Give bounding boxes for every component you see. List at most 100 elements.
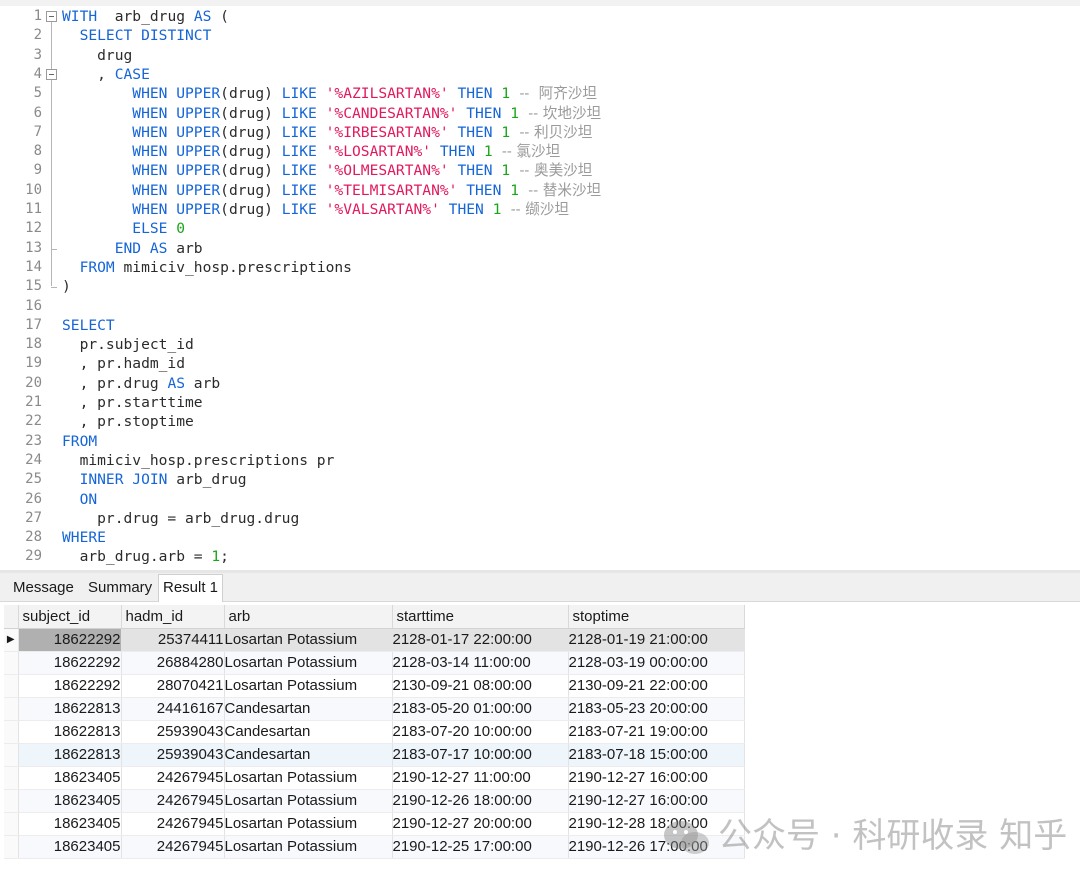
cell-stoptime[interactable]: 2190-12-26 17:00:00	[568, 835, 745, 859]
cell-arb[interactable]: Losartan Potassium	[224, 628, 393, 652]
cell-subject-id[interactable]: 18622813	[18, 697, 122, 721]
code-line[interactable]: 12 ELSE 0	[0, 219, 1080, 238]
cell-starttime[interactable]: 2190-12-26 18:00:00	[392, 789, 569, 813]
row-indicator[interactable]	[4, 651, 19, 675]
cell-subject-id[interactable]: 18623405	[18, 789, 122, 813]
cell-stoptime[interactable]: 2190-12-28 18:00:00	[568, 812, 745, 836]
code-line[interactable]: 22 , pr.stoptime	[0, 412, 1080, 431]
code-line[interactable]: 9 WHEN UPPER(drug) LIKE '%OLMESARTAN%' T…	[0, 161, 1080, 180]
cell-stoptime[interactable]: 2130-09-21 22:00:00	[568, 674, 745, 698]
tab-summary[interactable]: Summary	[84, 575, 156, 601]
cell-hadm-id[interactable]: 24416167	[121, 697, 225, 721]
cell-hadm-id[interactable]: 25374411	[121, 628, 225, 652]
cell-hadm-id[interactable]: 25939043	[121, 720, 225, 744]
code-line[interactable]: 8 WHEN UPPER(drug) LIKE '%LOSARTAN%' THE…	[0, 142, 1080, 161]
tab-result-1[interactable]: Result 1	[158, 574, 224, 602]
code-line[interactable]: 11 WHEN UPPER(drug) LIKE '%VALSARTAN%' T…	[0, 200, 1080, 219]
column-header-subject-id[interactable]: subject_id	[18, 605, 122, 629]
code-line[interactable]: 1 WITH arb_drug AS (	[0, 7, 1080, 26]
table-row[interactable]: 18623405 24267945 Losartan Potassium 2190-1…	[4, 812, 745, 836]
cell-arb[interactable]: Losartan Potassium	[224, 651, 393, 675]
cell-starttime[interactable]: 2190-12-27 11:00:00	[392, 766, 569, 790]
code-line[interactable]: 5 WHEN UPPER(drug) LIKE '%AZILSARTAN%' T…	[0, 84, 1080, 103]
cell-subject-id[interactable]: 18623405	[18, 766, 122, 790]
column-header-hadm-id[interactable]: hadm_id	[121, 605, 225, 629]
cell-starttime[interactable]: 2183-07-17 10:00:00	[392, 743, 569, 767]
code-line[interactable]: 21 , pr.starttime	[0, 393, 1080, 412]
code-line[interactable]: 23 FROM	[0, 432, 1080, 451]
cell-subject-id[interactable]: 18622292	[18, 674, 122, 698]
code-line[interactable]: 4 , CASE	[0, 65, 1080, 84]
cell-arb[interactable]: Losartan Potassium	[224, 812, 393, 836]
sql-editor[interactable]: 1 WITH arb_drug AS (2 SELECT DISTINCT 3 dr…	[0, 0, 1080, 570]
code-line[interactable]: 29 arb_drug.arb = 1;	[0, 547, 1080, 566]
table-row[interactable]: 18623405 24267945 Losartan Potassium 2190-1…	[4, 789, 745, 813]
row-indicator[interactable]	[4, 674, 19, 698]
table-row[interactable]: 18622813 25939043 Candesartan 2183-07-17 10…	[4, 743, 745, 767]
table-row[interactable]: 18622292 26884280 Losartan Potassium 2128-0…	[4, 651, 745, 675]
code-line[interactable]: 18 pr.subject_id	[0, 335, 1080, 354]
cell-arb[interactable]: Losartan Potassium	[224, 766, 393, 790]
table-row[interactable]: 18622813 25939043 Candesartan 2183-07-20 10…	[4, 720, 745, 744]
cell-subject-id[interactable]: 18623405	[18, 812, 122, 836]
cell-hadm-id[interactable]: 24267945	[121, 812, 225, 836]
code-line[interactable]: 19 , pr.hadm_id	[0, 354, 1080, 373]
cell-hadm-id[interactable]: 24267945	[121, 789, 225, 813]
cell-starttime[interactable]: 2190-12-25 17:00:00	[392, 835, 569, 859]
code-line[interactable]: 15)	[0, 277, 1080, 296]
code-line[interactable]: 24 mimiciv_hosp.prescriptions pr	[0, 451, 1080, 470]
table-row[interactable]: 18622292 28070421 Losartan Potassium 2130-0…	[4, 674, 745, 698]
cell-stoptime[interactable]: 2183-07-21 19:00:00	[568, 720, 745, 744]
row-indicator[interactable]	[4, 789, 19, 813]
code-line[interactable]: 13 END AS arb	[0, 239, 1080, 258]
column-header-starttime[interactable]: starttime	[392, 605, 569, 629]
cell-stoptime[interactable]: 2183-07-18 15:00:00	[568, 743, 745, 767]
cell-stoptime[interactable]: 2190-12-27 16:00:00	[568, 789, 745, 813]
cell-arb[interactable]: Losartan Potassium	[224, 674, 393, 698]
cell-stoptime[interactable]: 2128-01-19 21:00:00	[568, 628, 745, 652]
table-row[interactable]: 18622813 24416167 Candesartan 2183-05-20 01…	[4, 697, 745, 721]
code-line[interactable]: 28 WHERE	[0, 528, 1080, 547]
code-line[interactable]: 17 SELECT	[0, 316, 1080, 335]
code-line[interactable]: 6 WHEN UPPER(drug) LIKE '%CANDESARTAN%' …	[0, 104, 1080, 123]
code-line[interactable]: 14 FROM mimiciv_hosp.prescriptions	[0, 258, 1080, 277]
cell-starttime[interactable]: 2130-09-21 08:00:00	[392, 674, 569, 698]
code-line[interactable]: 26 ON	[0, 490, 1080, 509]
cell-subject-id[interactable]: 18622813	[18, 743, 122, 767]
table-row[interactable]: 18623405 24267945 Losartan Potassium 2190-1…	[4, 766, 745, 790]
row-indicator[interactable]	[4, 812, 19, 836]
code-line[interactable]: 27 pr.drug = arb_drug.drug	[0, 509, 1080, 528]
cell-stoptime[interactable]: 2190-12-27 16:00:00	[568, 766, 745, 790]
row-indicator[interactable]	[4, 697, 19, 721]
cell-starttime[interactable]: 2128-03-14 11:00:00	[392, 651, 569, 675]
column-header-arb[interactable]: arb	[224, 605, 393, 629]
cell-starttime[interactable]: 2183-07-20 10:00:00	[392, 720, 569, 744]
cell-arb[interactable]: Candesartan	[224, 743, 393, 767]
cell-stoptime[interactable]: 2128-03-19 00:00:00	[568, 651, 745, 675]
code-line[interactable]: 7 WHEN UPPER(drug) LIKE '%IRBESARTAN%' T…	[0, 123, 1080, 142]
cell-starttime[interactable]: 2128-01-17 22:00:00	[392, 628, 569, 652]
cell-hadm-id[interactable]: 26884280	[121, 651, 225, 675]
fold-toggle-icon[interactable]	[46, 68, 57, 80]
cell-stoptime[interactable]: 2183-05-23 20:00:00	[568, 697, 745, 721]
current-row-arrow-icon[interactable]: ▶	[4, 628, 19, 652]
cell-arb[interactable]: Losartan Potassium	[224, 835, 393, 859]
cell-subject-id[interactable]: 18622813	[18, 720, 122, 744]
cell-starttime[interactable]: 2190-12-27 20:00:00	[392, 812, 569, 836]
code-line[interactable]: 20 , pr.drug AS arb	[0, 374, 1080, 393]
code-line[interactable]: 10 WHEN UPPER(drug) LIKE '%TELMISARTAN%'…	[0, 181, 1080, 200]
row-indicator[interactable]	[4, 835, 19, 859]
cell-arb[interactable]: Candesartan	[224, 697, 393, 721]
fold-toggle-icon[interactable]	[46, 11, 57, 22]
cell-hadm-id[interactable]: 24267945	[121, 766, 225, 790]
cell-hadm-id[interactable]: 28070421	[121, 674, 225, 698]
cell-starttime[interactable]: 2183-05-20 01:00:00	[392, 697, 569, 721]
cell-arb[interactable]: Candesartan	[224, 720, 393, 744]
table-row[interactable]: ▶ 18622292 25374411 Losartan Potassium 2128-…	[4, 628, 745, 652]
row-indicator[interactable]	[4, 766, 19, 790]
cell-hadm-id[interactable]: 24267945	[121, 835, 225, 859]
cell-subject-id[interactable]: 18623405	[18, 835, 122, 859]
cell-hadm-id[interactable]: 25939043	[121, 743, 225, 767]
column-header-stoptime[interactable]: stoptime	[568, 605, 745, 629]
cell-arb[interactable]: Losartan Potassium	[224, 789, 393, 813]
